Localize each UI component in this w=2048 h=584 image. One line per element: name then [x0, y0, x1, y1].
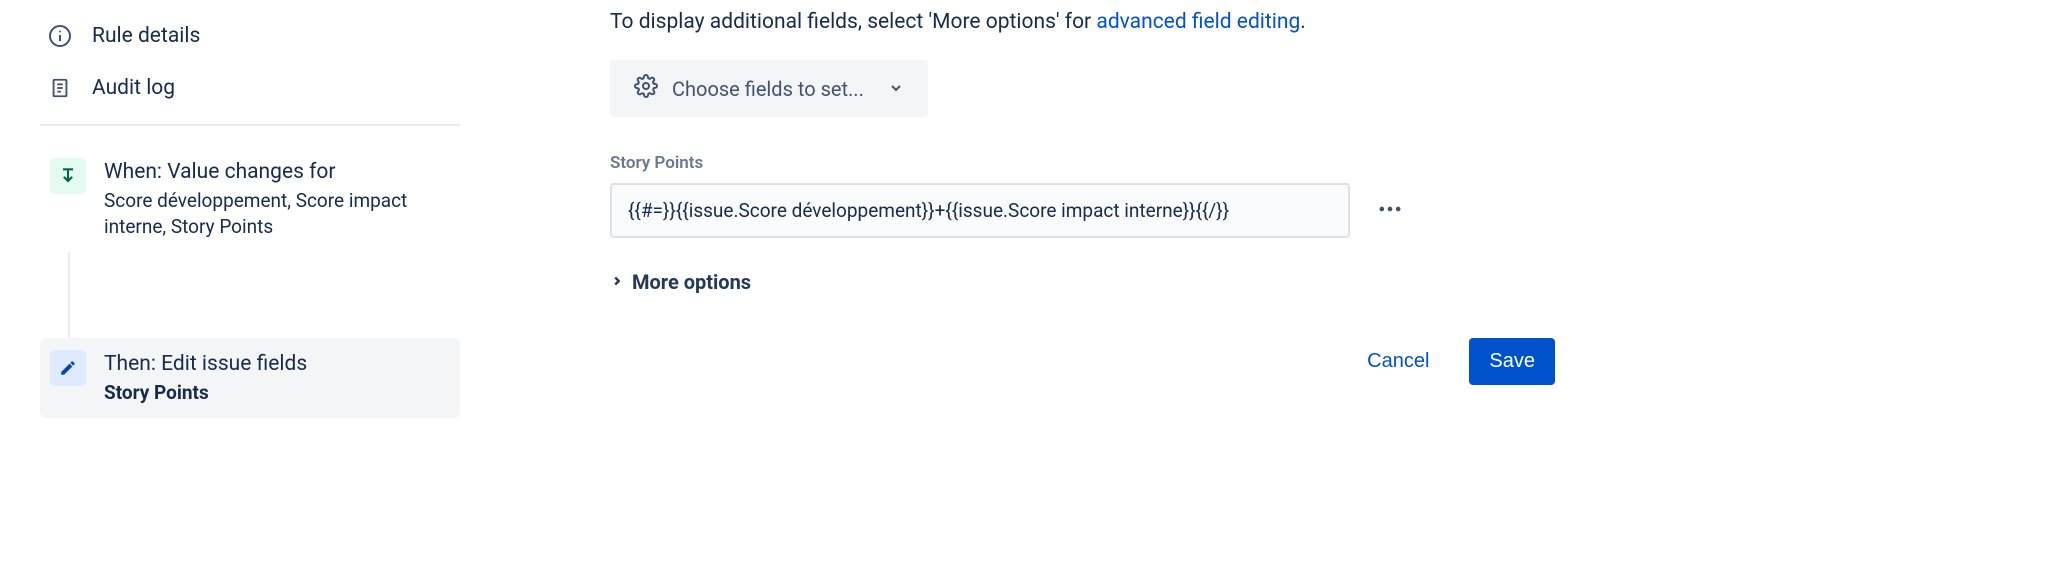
dropdown-label: Choose fields to set...	[672, 77, 864, 101]
more-options-label: More options	[632, 270, 751, 294]
document-icon	[48, 76, 72, 100]
footer-actions: Cancel Save	[610, 338, 1555, 385]
choose-fields-dropdown[interactable]: Choose fields to set...	[610, 60, 928, 117]
edit-icon	[50, 350, 86, 386]
sidebar-item-audit-log[interactable]: Audit log	[40, 62, 460, 114]
trigger-icon	[50, 158, 86, 194]
instruction-text: To display additional fields, select 'Mo…	[610, 10, 1610, 34]
story-points-input[interactable]	[610, 183, 1350, 238]
instruction-prefix: To display additional fields, select 'Mo…	[610, 10, 1096, 34]
sidebar: Rule details Audit log When: Value chang…	[40, 10, 460, 418]
step-body: Then: Edit issue fields Story Points	[104, 350, 307, 406]
instruction-suffix: .	[1300, 10, 1306, 34]
advanced-field-editing-link[interactable]: advanced field editing	[1096, 10, 1300, 34]
main-panel: To display additional fields, select 'Mo…	[610, 10, 1610, 418]
step-title: Then: Edit issue fields	[104, 350, 307, 378]
step-title: When: Value changes for	[104, 158, 450, 186]
field-more-actions[interactable]	[1370, 189, 1410, 233]
step-subtitle: Score développement, Score impact intern…	[104, 188, 450, 239]
gear-icon	[634, 74, 658, 103]
sidebar-item-label: Rule details	[92, 24, 200, 48]
rule-step-trigger[interactable]: When: Value changes for Score développem…	[40, 146, 460, 252]
rule-step-action[interactable]: Then: Edit issue fields Story Points	[40, 338, 460, 418]
divider	[40, 124, 460, 126]
save-button[interactable]: Save	[1469, 338, 1555, 385]
chevron-right-icon	[610, 273, 624, 292]
step-body: When: Value changes for Score développem…	[104, 158, 450, 240]
sidebar-item-label: Audit log	[92, 76, 175, 100]
field-row	[610, 183, 1610, 238]
field-label-story-points: Story Points	[610, 153, 1610, 173]
chevron-down-icon	[888, 77, 904, 101]
sidebar-item-rule-details[interactable]: Rule details	[40, 10, 460, 62]
more-options-toggle[interactable]: More options	[610, 270, 1610, 294]
info-icon	[48, 24, 72, 48]
connector-line	[68, 252, 70, 338]
step-subtitle: Story Points	[104, 380, 307, 406]
dots-horizontal-icon	[1376, 195, 1404, 223]
cancel-button[interactable]: Cancel	[1347, 338, 1449, 385]
